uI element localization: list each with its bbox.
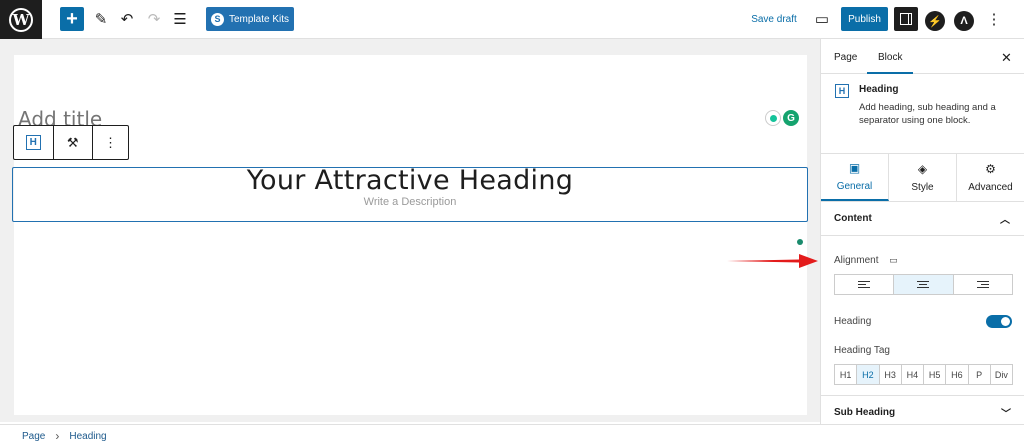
content-section-title: Content <box>834 213 872 224</box>
block-name: Heading <box>859 84 899 95</box>
grammarly-suggestion-icon[interactable] <box>765 110 781 126</box>
block-options-button[interactable]: ⋮ <box>93 126 128 159</box>
tag-h2[interactable]: H2 <box>857 365 880 384</box>
general-icon: ▣ <box>848 161 861 175</box>
redo-icon[interactable]: ↷ <box>142 7 166 31</box>
brush-icon: ⚒ <box>66 134 79 150</box>
gear-icon: ⚙ <box>985 162 996 176</box>
tab-general-label: General <box>836 181 873 192</box>
undo-icon[interactable]: ↶ <box>115 7 139 31</box>
close-icon[interactable]: ✕ <box>1001 50 1012 66</box>
spectra-icon: ⚡ <box>925 11 945 31</box>
settings-sidebar: Page Block ✕ H Heading Add heading, sub … <box>820 39 1024 424</box>
block-style-button[interactable]: ⚒ <box>54 126 93 159</box>
grammarly-widget[interactable]: G <box>765 110 799 126</box>
tab-block[interactable]: Block <box>878 52 902 63</box>
heading-text[interactable]: Your Attractive Heading <box>13 165 807 196</box>
tag-h4[interactable]: H4 <box>902 365 924 384</box>
align-center-icon <box>917 280 930 289</box>
add-block-button[interactable]: + <box>60 7 84 31</box>
block-description: Add heading, sub heading and a separator… <box>859 102 996 126</box>
tab-style-label: Style <box>911 182 934 193</box>
paint-bucket-icon: ◈ <box>917 162 928 176</box>
preview-icon[interactable]: ▭ <box>810 7 834 31</box>
align-center-button[interactable] <box>894 275 954 294</box>
template-kits-icon: S <box>210 12 224 26</box>
grammarly-icon[interactable]: G <box>783 110 799 126</box>
block-card: H Heading Add heading, sub heading and a… <box>821 74 1024 154</box>
heading-block-icon: H <box>25 135 41 150</box>
chevron-up-icon: ︿ <box>1000 215 1010 226</box>
tag-h3[interactable]: H3 <box>880 365 902 384</box>
top-toolbar: W + ✎ ↶ ↷ ☰ S Template Kits Save draft ▭… <box>0 0 1024 39</box>
sidebar-icon <box>900 13 912 25</box>
block-toolbar: H ⚒ ⋮ <box>13 125 129 160</box>
tab-advanced-label: Advanced <box>968 182 1013 193</box>
template-kits-label: Template Kits <box>228 13 290 25</box>
heading-block-icon: H <box>835 84 849 98</box>
tab-style[interactable]: ◈ Style <box>889 154 957 201</box>
chevron-right-icon: › <box>55 429 60 443</box>
chevron-down-icon: ﹀ <box>1001 409 1011 420</box>
editor-canvas <box>14 55 807 415</box>
tag-p[interactable]: P <box>969 365 991 384</box>
more-vertical-icon: ⋮ <box>104 134 117 150</box>
publish-button[interactable]: Publish <box>841 7 888 31</box>
heading-toggle[interactable] <box>986 315 1012 328</box>
spectra-plugin-button[interactable]: ⚡ <box>925 9 945 33</box>
astra-icon: Λ <box>954 11 974 31</box>
alignment-label: Alignment ▭ <box>834 255 898 266</box>
breadcrumb: Page › Heading <box>0 424 1024 447</box>
alignment-control <box>834 274 1013 295</box>
wordpress-icon: W <box>9 7 33 32</box>
heading-tag-selector: H1 H2 H3 H4 H5 H6 P Div <box>834 364 1013 385</box>
desktop-icon[interactable]: ▭ <box>889 255 898 265</box>
align-left-button[interactable] <box>835 275 895 294</box>
tag-h5[interactable]: H5 <box>924 365 947 384</box>
content-section-header[interactable]: Content ︿ <box>821 202 1024 236</box>
align-right-icon <box>976 280 989 289</box>
tag-h1[interactable]: H1 <box>835 365 858 384</box>
tab-advanced[interactable]: ⚙ Advanced <box>957 154 1024 201</box>
sub-heading-section-header[interactable]: Sub Heading ﹀ <box>821 395 1024 424</box>
status-dot <box>797 239 803 245</box>
heading-toggle-row: Heading <box>821 315 1024 328</box>
pencil-tool-icon[interactable]: ✎ <box>89 7 113 31</box>
wordpress-logo-button[interactable]: W <box>0 0 42 39</box>
save-draft-button[interactable]: Save draft <box>745 7 803 31</box>
heading-toggle-label: Heading <box>834 316 872 327</box>
align-right-button[interactable] <box>954 275 1012 294</box>
tag-div[interactable]: Div <box>991 365 1012 384</box>
tab-general[interactable]: ▣ General <box>821 154 889 201</box>
block-type-button[interactable]: H <box>14 126 54 159</box>
inspector-tabs: ▣ General ◈ Style ⚙ Advanced <box>821 154 1024 202</box>
description-input[interactable]: Write a Description <box>13 196 807 208</box>
tag-h6[interactable]: H6 <box>946 365 969 384</box>
heading-block[interactable]: Your Attractive Heading Write a Descript… <box>12 165 808 222</box>
breadcrumb-heading[interactable]: Heading <box>69 431 106 442</box>
more-options-icon[interactable]: ⋮ <box>982 7 1006 31</box>
sub-heading-section-title: Sub Heading <box>834 407 896 418</box>
heading-tag-label: Heading Tag <box>834 345 890 356</box>
annotation-arrow <box>727 254 818 268</box>
sidebar-tabs: Page Block ✕ <box>821 39 1024 74</box>
settings-sidebar-toggle[interactable] <box>894 7 918 31</box>
astra-plugin-button[interactable]: Λ <box>954 9 974 33</box>
breadcrumb-page[interactable]: Page <box>22 431 45 442</box>
align-left-icon <box>858 280 871 289</box>
tab-page[interactable]: Page <box>834 52 857 63</box>
list-view-icon[interactable]: ☰ <box>168 7 192 31</box>
template-kits-button[interactable]: S Template Kits <box>206 7 294 31</box>
